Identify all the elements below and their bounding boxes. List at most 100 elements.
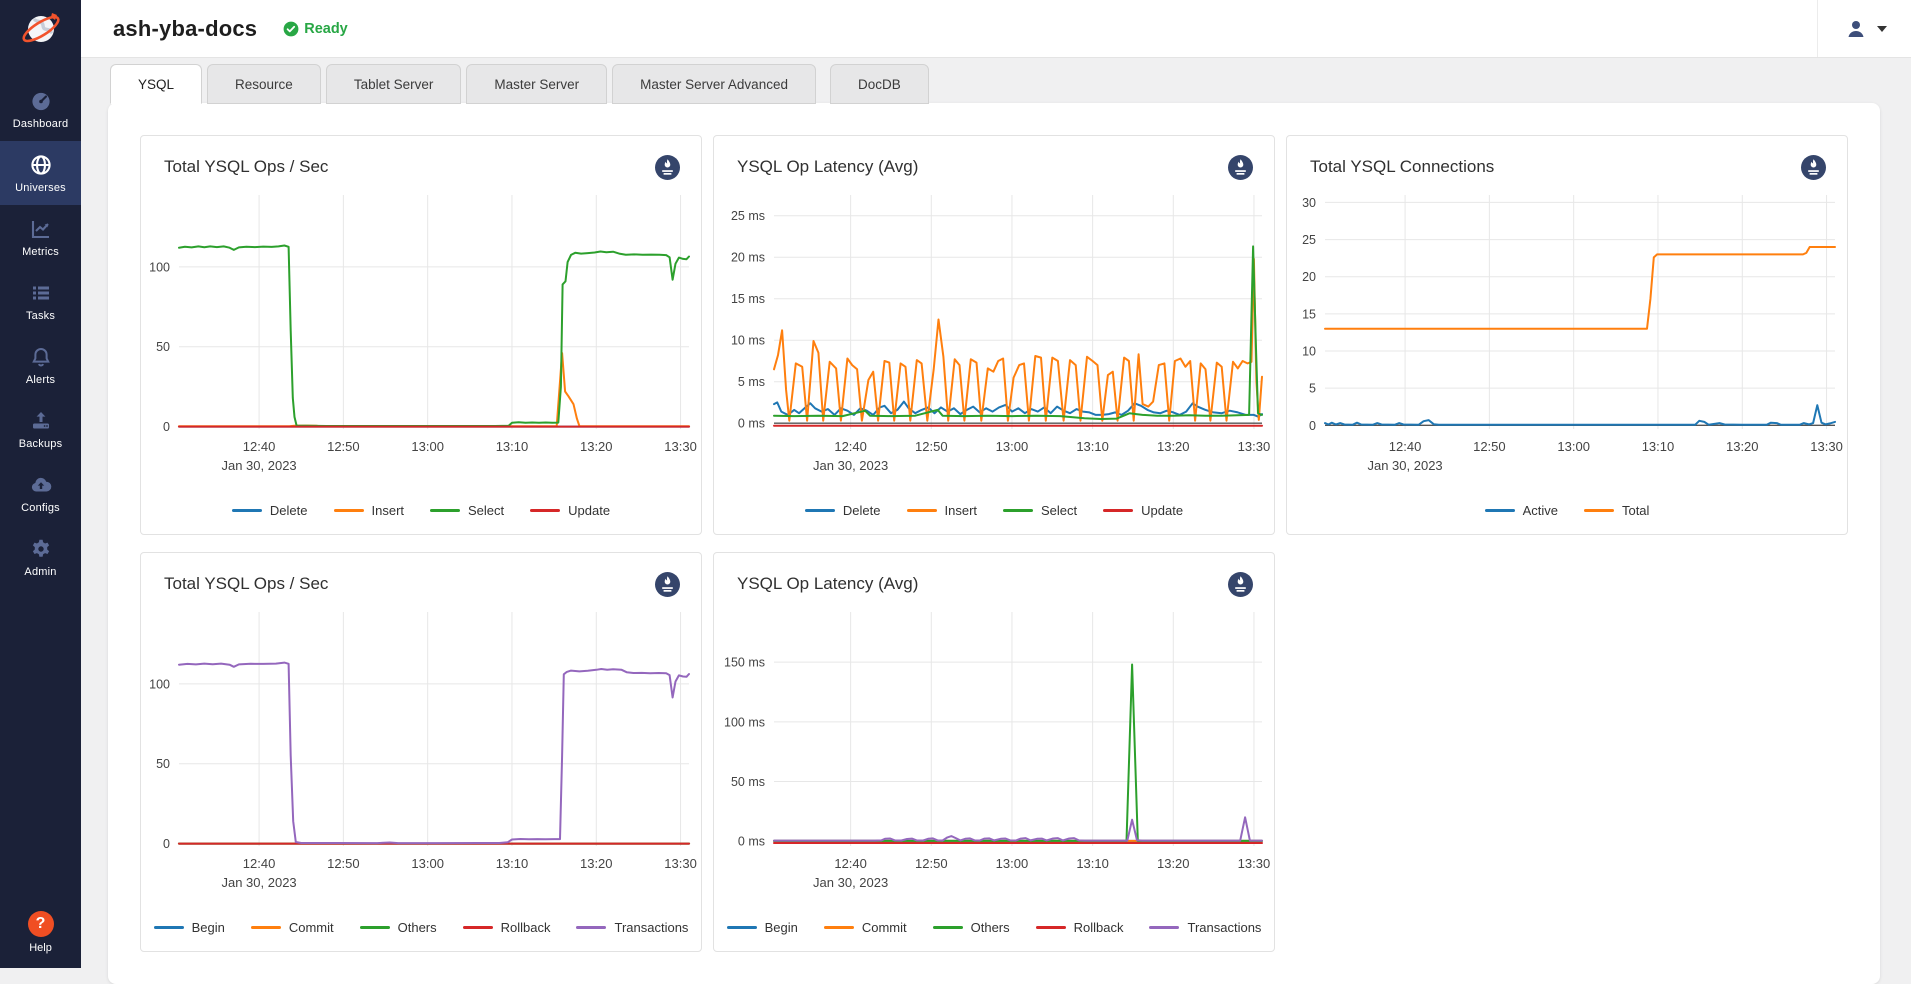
sidebar-nav: Dashboard Universes Metrics Tasks Alerts [0, 77, 81, 589]
series-line-insert [179, 353, 689, 426]
sidebar-item-universes[interactable]: Universes [0, 141, 81, 205]
x-axis-tick-label: 13:00 [411, 856, 444, 871]
series-line-transactions [774, 817, 1262, 840]
prometheus-icon[interactable] [654, 154, 681, 181]
legend-label: Rollback [501, 920, 551, 935]
y-axis-tick-label: 5 [1309, 382, 1316, 396]
chart-plot-area[interactable]: 12:4012:5013:0013:1013:2013:30050100Jan … [141, 600, 703, 892]
chart-plot-area[interactable]: 12:4012:5013:0013:1013:2013:30050100Jan … [141, 183, 703, 475]
sidebar-item-label: Help [29, 942, 52, 954]
series-line-transactions [179, 663, 689, 844]
legend-item-rollback[interactable]: Rollback [463, 920, 551, 935]
prometheus-icon[interactable] [1227, 154, 1254, 181]
sidebar-item-alerts[interactable]: Alerts [0, 333, 81, 397]
y-axis-tick-label: 10 [1302, 345, 1316, 359]
legend-item-begin[interactable]: Begin [727, 920, 798, 935]
y-axis-tick-label: 20 [1302, 270, 1316, 284]
legend-item-total[interactable]: Total [1584, 503, 1649, 518]
x-axis-tick-label: 13:20 [1157, 856, 1190, 871]
sidebar-item-label: Universes [15, 182, 66, 194]
tab-docdb[interactable]: DocDB [830, 64, 929, 104]
legend-item-active[interactable]: Active [1485, 503, 1558, 518]
legend-item-transactions[interactable]: Transactions [576, 920, 688, 935]
tab-ysql[interactable]: YSQL [110, 64, 202, 104]
sidebar-item-help[interactable]: ? Help [0, 911, 81, 954]
legend-item-others[interactable]: Others [360, 920, 437, 935]
series-line-others [774, 665, 1262, 841]
legend-item-insert[interactable]: Insert [907, 503, 978, 518]
sidebar-item-metrics[interactable]: Metrics [0, 205, 81, 269]
y-axis-tick-label: 50 ms [731, 775, 765, 789]
y-axis-tick-label: 25 [1302, 233, 1316, 247]
x-axis-tick-label: 12:50 [327, 856, 360, 871]
sidebar-item-backups[interactable]: Backups [0, 397, 81, 461]
legend-label: Others [398, 920, 437, 935]
legend-item-transactions[interactable]: Transactions [1149, 920, 1261, 935]
y-axis-tick-label: 25 ms [731, 209, 765, 223]
y-axis-tick-label: 0 ms [738, 417, 765, 431]
sidebar-item-admin[interactable]: Admin [0, 525, 81, 589]
sidebar-item-tasks[interactable]: Tasks [0, 269, 81, 333]
x-axis-tick-label: 13:10 [1076, 856, 1109, 871]
legend-item-commit[interactable]: Commit [824, 920, 907, 935]
x-axis-tick-label: 12:50 [327, 439, 360, 454]
charts-grid: Total YSQL Ops / Sec 12:4012:5013:0013:1… [140, 135, 1848, 952]
series-line-total [1325, 247, 1835, 329]
metrics-tab-bar: YSQL Resource Tablet Server Master Serve… [110, 64, 1911, 104]
tab-master-server-advanced[interactable]: Master Server Advanced [612, 64, 816, 104]
legend-label: Insert [372, 503, 405, 518]
sidebar-item-dashboard[interactable]: Dashboard [0, 77, 81, 141]
x-axis-tick-label: 13:00 [996, 856, 1029, 871]
alerts-bell-icon [29, 345, 53, 369]
x-axis-tick-label: 13:10 [1642, 439, 1675, 454]
tab-resource[interactable]: Resource [207, 64, 321, 104]
legend-label: Delete [270, 503, 308, 518]
user-menu[interactable] [1817, 0, 1911, 57]
y-axis-tick-label: 50 [156, 757, 170, 771]
x-axis-tick-label: 13:00 [996, 439, 1029, 454]
x-axis-tick-label: 12:50 [1473, 439, 1506, 454]
legend-swatch [232, 509, 262, 513]
tab-master-server[interactable]: Master Server [466, 64, 607, 104]
legend-item-commit[interactable]: Commit [251, 920, 334, 935]
chart-plot-area[interactable]: 12:4012:5013:0013:1013:2013:300510152025… [1287, 183, 1849, 475]
prometheus-icon[interactable] [1227, 571, 1254, 598]
x-axis-tick-label: 13:20 [580, 856, 613, 871]
legend-item-begin[interactable]: Begin [154, 920, 225, 935]
legend-item-select[interactable]: Select [1003, 503, 1077, 518]
y-axis-tick-label: 10 ms [731, 334, 765, 348]
legend-label: Rollback [1074, 920, 1124, 935]
chart-plot-area[interactable]: 12:4012:5013:0013:1013:2013:300 ms50 ms1… [714, 600, 1276, 892]
sidebar-item-configs[interactable]: Configs [0, 461, 81, 525]
legend-item-update[interactable]: Update [530, 503, 610, 518]
tab-tablet-server[interactable]: Tablet Server [326, 64, 462, 104]
universe-title: ash-yba-docs [113, 16, 257, 42]
prometheus-icon[interactable] [654, 571, 681, 598]
legend-swatch [1149, 926, 1179, 930]
legend-item-rollback[interactable]: Rollback [1036, 920, 1124, 935]
sidebar-item-label: Tasks [26, 310, 55, 322]
prometheus-icon[interactable] [1800, 154, 1827, 181]
chart-title: YSQL Op Latency (Avg) [737, 157, 918, 177]
configs-cloud-icon [29, 473, 53, 497]
legend-item-insert[interactable]: Insert [334, 503, 405, 518]
chart-legend: Begin Commit Others Rollback Transactions [141, 920, 701, 935]
chart-legend: Delete Insert Select Update [714, 503, 1274, 518]
metrics-panel: Total YSQL Ops / Sec 12:4012:5013:0013:1… [108, 103, 1880, 984]
x-axis-tick-label: 12:50 [915, 439, 948, 454]
yugabyte-logo-icon[interactable] [0, 0, 81, 57]
legend-item-update[interactable]: Update [1103, 503, 1183, 518]
legend-item-delete[interactable]: Delete [232, 503, 308, 518]
legend-label: Update [568, 503, 610, 518]
legend-item-others[interactable]: Others [933, 920, 1010, 935]
y-axis-tick-label: 20 ms [731, 251, 765, 265]
chart-plot-area[interactable]: 12:4012:5013:0013:1013:2013:300 ms5 ms10… [714, 183, 1276, 475]
x-axis-tick-label: 13:30 [1238, 856, 1271, 871]
chart-card-ysql-op-latency-transactions: YSQL Op Latency (Avg) 12:4012:5013:0013:… [713, 552, 1275, 952]
chart-card-total-ysql-connections: Total YSQL Connections 12:4012:5013:0013… [1286, 135, 1848, 535]
legend-item-select[interactable]: Select [430, 503, 504, 518]
x-axis-tick-label: 13:00 [1557, 439, 1590, 454]
legend-swatch [805, 509, 835, 513]
legend-swatch [251, 926, 281, 930]
legend-item-delete[interactable]: Delete [805, 503, 881, 518]
